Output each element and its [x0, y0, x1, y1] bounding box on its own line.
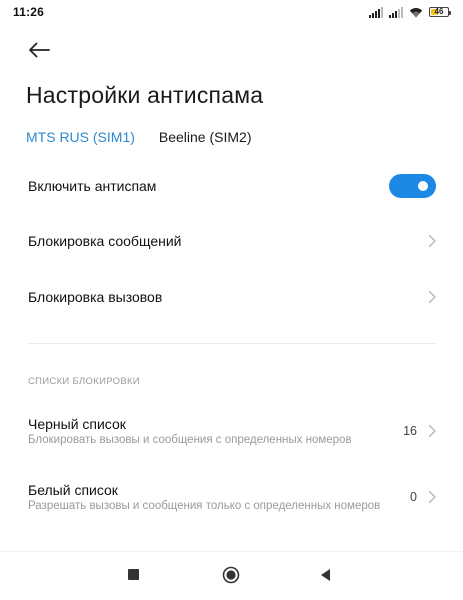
block-calls-row[interactable]: Блокировка вызовов: [0, 274, 463, 320]
status-icons: 46: [369, 5, 451, 19]
chevron-right-icon: [428, 490, 436, 504]
whitelist-row[interactable]: Белый список Разрешать вызовы и сообщени…: [0, 472, 463, 524]
section-header-block-lists: СПИСКИ БЛОКИРОВКИ: [28, 376, 140, 387]
arrow-left-icon: [29, 42, 50, 58]
chevron-right-icon: [428, 424, 436, 438]
block-messages-row[interactable]: Блокировка сообщений: [0, 218, 463, 264]
back-triangle-icon[interactable]: [318, 566, 332, 584]
blacklist-row[interactable]: Черный список Блокировать вызовы и сообщ…: [0, 406, 463, 458]
blacklist-subtitle: Блокировать вызовы и сообщения с определ…: [28, 434, 352, 446]
signal-icon: [389, 6, 403, 18]
sim-tabs: MTS RUS (SIM1) Beeline (SIM2): [26, 129, 251, 145]
page-title: Настройки антиспама: [26, 82, 264, 108]
wifi-icon: [409, 7, 423, 17]
recents-square-icon[interactable]: [128, 569, 139, 580]
blacklist-count: 16: [403, 424, 417, 438]
enable-antispam-label: Включить антиспам: [28, 178, 157, 194]
status-time: 11:26: [13, 5, 45, 19]
block-messages-label: Блокировка сообщений: [28, 233, 182, 249]
home-circle-icon[interactable]: [222, 566, 240, 584]
back-button[interactable]: [26, 38, 52, 62]
whitelist-count: 0: [410, 490, 417, 504]
block-calls-label: Блокировка вызовов: [28, 289, 163, 305]
whitelist-title: Белый список: [28, 482, 118, 498]
antispam-toggle[interactable]: [389, 174, 436, 198]
blacklist-title: Черный список: [28, 416, 126, 432]
toggle-knob: [418, 181, 428, 191]
tab-sim2[interactable]: Beeline (SIM2): [159, 129, 252, 145]
signal-icon: [369, 6, 383, 18]
divider: [28, 343, 436, 344]
battery-icon: 46: [429, 7, 451, 17]
chevron-right-icon: [428, 290, 436, 304]
antispam-settings-screen: 11:26 46 Настройки антиспама MTS RUS (SI…: [0, 0, 463, 600]
status-bar: 11:26 46: [0, 0, 463, 26]
battery-level: 46: [434, 7, 444, 16]
tab-sim1[interactable]: MTS RUS (SIM1): [26, 129, 135, 145]
chevron-right-icon: [428, 234, 436, 248]
whitelist-subtitle: Разрешать вызовы и сообщения только с оп…: [28, 500, 381, 512]
navigation-bar: [0, 551, 463, 600]
